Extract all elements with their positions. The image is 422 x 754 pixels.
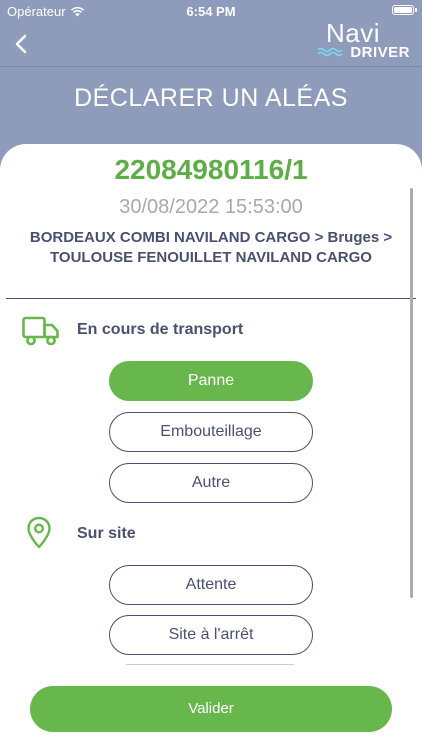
back-button[interactable] (8, 28, 38, 60)
navi-driver-logo: Navi DRIVER (314, 18, 410, 64)
option-panne-button[interactable]: Panne (109, 361, 313, 401)
truck-icon (22, 316, 59, 346)
route-divider (6, 298, 416, 299)
nav-bar: Navi DRIVER (0, 18, 422, 66)
incident-card: 22084980116/1 30/08/2022 15:53:00 BORDEA… (0, 144, 422, 754)
scrollbar[interactable] (410, 188, 413, 598)
option-embouteillage-button[interactable]: Embouteillage (109, 412, 313, 452)
nav-divider (0, 66, 422, 67)
route-line-2: TOULOUSE FENOUILLET NAVILAND CARGO (50, 249, 372, 266)
wave-icon (318, 47, 343, 57)
chevron-left-icon (15, 34, 27, 54)
validate-button[interactable]: Valider (30, 686, 392, 732)
page-title: DÉCLARER UN ALÉAS (74, 84, 348, 112)
transport-section-label: En cours de transport (77, 321, 244, 338)
option-site-arret-button[interactable]: Site à l'arrêt (109, 615, 313, 655)
route-line-1: BORDEAUX COMBI NAVILAND CARGO > Bruges > (29, 229, 393, 246)
order-number: 22084980116/1 (114, 154, 308, 185)
site-section-label: Sur site (77, 525, 136, 542)
list-end-divider (126, 664, 294, 665)
battery-level (394, 7, 412, 13)
map-pin-icon (27, 516, 51, 549)
status-time: 6:54 PM (186, 4, 236, 19)
order-datetime: 30/08/2022 15:53:00 (119, 196, 303, 218)
battery-icon (392, 5, 417, 15)
option-autre-button[interactable]: Autre (109, 463, 313, 503)
option-attente-button[interactable]: Attente (109, 565, 313, 605)
logo-driver-text: DRIVER (350, 44, 410, 61)
route-description: BORDEAUX COMBI NAVILAND CARGO > Bruges >… (0, 228, 422, 268)
